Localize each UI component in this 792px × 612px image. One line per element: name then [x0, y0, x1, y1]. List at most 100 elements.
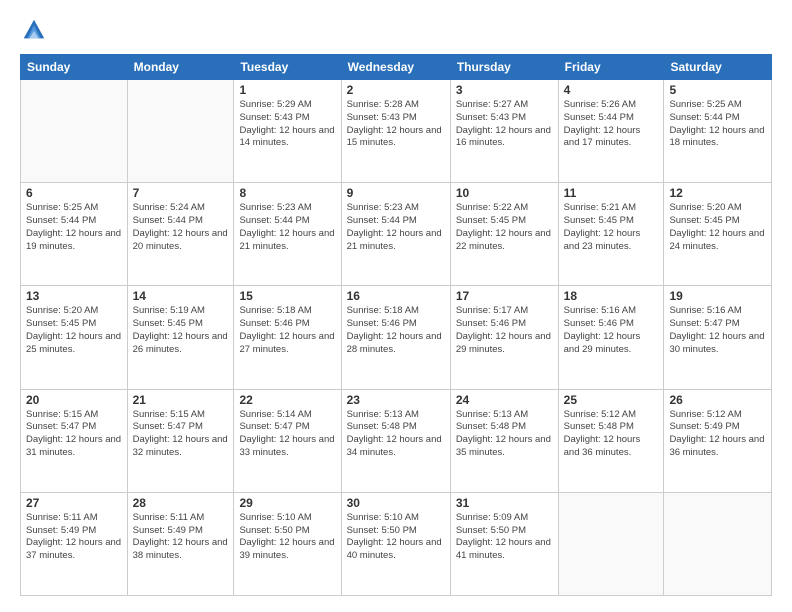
day-info: Sunrise: 5:19 AMSunset: 5:45 PMDaylight:…: [133, 305, 229, 356]
day-cell: 22 Sunrise: 5:14 AMSunset: 5:47 PMDayligh…: [234, 389, 341, 492]
day-number: 29: [239, 496, 335, 510]
week-row-5: 27 Sunrise: 5:11 AMSunset: 5:49 PMDayligh…: [21, 492, 772, 595]
day-info: Sunrise: 5:13 AMSunset: 5:48 PMDaylight:…: [456, 409, 553, 460]
day-number: 1: [239, 83, 335, 97]
day-info: Sunrise: 5:23 AMSunset: 5:44 PMDaylight:…: [239, 202, 335, 253]
day-cell: 8 Sunrise: 5:23 AMSunset: 5:44 PMDaylight…: [234, 183, 341, 286]
day-cell: 16 Sunrise: 5:18 AMSunset: 5:46 PMDayligh…: [341, 286, 450, 389]
day-cell: 28 Sunrise: 5:11 AMSunset: 5:49 PMDayligh…: [127, 492, 234, 595]
page: Sunday Monday Tuesday Wednesday Thursday…: [0, 0, 792, 612]
day-number: 18: [564, 289, 659, 303]
day-number: 31: [456, 496, 553, 510]
day-cell: 2 Sunrise: 5:28 AMSunset: 5:43 PMDaylight…: [341, 80, 450, 183]
day-info: Sunrise: 5:09 AMSunset: 5:50 PMDaylight:…: [456, 512, 553, 563]
day-info: Sunrise: 5:25 AMSunset: 5:44 PMDaylight:…: [26, 202, 122, 253]
day-cell: [21, 80, 128, 183]
day-number: 26: [669, 393, 766, 407]
col-saturday: Saturday: [664, 55, 772, 80]
day-number: 16: [347, 289, 445, 303]
day-cell: 15 Sunrise: 5:18 AMSunset: 5:46 PMDayligh…: [234, 286, 341, 389]
logo-icon: [20, 16, 48, 44]
week-row-4: 20 Sunrise: 5:15 AMSunset: 5:47 PMDayligh…: [21, 389, 772, 492]
day-info: Sunrise: 5:12 AMSunset: 5:48 PMDaylight:…: [564, 409, 659, 460]
day-info: Sunrise: 5:15 AMSunset: 5:47 PMDaylight:…: [26, 409, 122, 460]
day-number: 28: [133, 496, 229, 510]
day-info: Sunrise: 5:14 AMSunset: 5:47 PMDaylight:…: [239, 409, 335, 460]
day-cell: 1 Sunrise: 5:29 AMSunset: 5:43 PMDaylight…: [234, 80, 341, 183]
day-info: Sunrise: 5:25 AMSunset: 5:44 PMDaylight:…: [669, 99, 766, 150]
day-cell: 9 Sunrise: 5:23 AMSunset: 5:44 PMDaylight…: [341, 183, 450, 286]
day-cell: [558, 492, 664, 595]
day-cell: 30 Sunrise: 5:10 AMSunset: 5:50 PMDayligh…: [341, 492, 450, 595]
day-cell: 10 Sunrise: 5:22 AMSunset: 5:45 PMDayligh…: [450, 183, 558, 286]
day-cell: 18 Sunrise: 5:16 AMSunset: 5:46 PMDayligh…: [558, 286, 664, 389]
day-info: Sunrise: 5:22 AMSunset: 5:45 PMDaylight:…: [456, 202, 553, 253]
day-info: Sunrise: 5:28 AMSunset: 5:43 PMDaylight:…: [347, 99, 445, 150]
day-cell: 5 Sunrise: 5:25 AMSunset: 5:44 PMDaylight…: [664, 80, 772, 183]
day-number: 22: [239, 393, 335, 407]
day-cell: 11Sunrise: 5:21 AMSunset: 5:45 PMDayligh…: [558, 183, 664, 286]
day-cell: 6 Sunrise: 5:25 AMSunset: 5:44 PMDaylight…: [21, 183, 128, 286]
day-number: 3: [456, 83, 553, 97]
day-cell: [127, 80, 234, 183]
day-number: 13: [26, 289, 122, 303]
col-sunday: Sunday: [21, 55, 128, 80]
day-info: Sunrise: 5:13 AMSunset: 5:48 PMDaylight:…: [347, 409, 445, 460]
day-number: 8: [239, 186, 335, 200]
day-number: 11: [564, 186, 659, 200]
day-number: 14: [133, 289, 229, 303]
day-number: 21: [133, 393, 229, 407]
day-info: Sunrise: 5:17 AMSunset: 5:46 PMDaylight:…: [456, 305, 553, 356]
day-info: Sunrise: 5:16 AMSunset: 5:47 PMDaylight:…: [669, 305, 766, 356]
day-cell: 29 Sunrise: 5:10 AMSunset: 5:50 PMDayligh…: [234, 492, 341, 595]
day-cell: 12 Sunrise: 5:20 AMSunset: 5:45 PMDayligh…: [664, 183, 772, 286]
day-cell: 23Sunrise: 5:13 AMSunset: 5:48 PMDayligh…: [341, 389, 450, 492]
day-number: 10: [456, 186, 553, 200]
day-cell: 20 Sunrise: 5:15 AMSunset: 5:47 PMDayligh…: [21, 389, 128, 492]
day-cell: 13 Sunrise: 5:20 AMSunset: 5:45 PMDayligh…: [21, 286, 128, 389]
day-info: Sunrise: 5:27 AMSunset: 5:43 PMDaylight:…: [456, 99, 553, 150]
day-info: Sunrise: 5:29 AMSunset: 5:43 PMDaylight:…: [239, 99, 335, 150]
day-number: 15: [239, 289, 335, 303]
header-row: Sunday Monday Tuesday Wednesday Thursday…: [21, 55, 772, 80]
day-cell: 14 Sunrise: 5:19 AMSunset: 5:45 PMDayligh…: [127, 286, 234, 389]
day-cell: 4Sunrise: 5:26 AMSunset: 5:44 PMDaylight…: [558, 80, 664, 183]
day-info: Sunrise: 5:18 AMSunset: 5:46 PMDaylight:…: [347, 305, 445, 356]
day-info: Sunrise: 5:16 AMSunset: 5:46 PMDaylight:…: [564, 305, 659, 356]
day-number: 19: [669, 289, 766, 303]
day-cell: 24Sunrise: 5:13 AMSunset: 5:48 PMDayligh…: [450, 389, 558, 492]
day-info: Sunrise: 5:11 AMSunset: 5:49 PMDaylight:…: [133, 512, 229, 563]
day-cell: 26 Sunrise: 5:12 AMSunset: 5:49 PMDayligh…: [664, 389, 772, 492]
day-number: 5: [669, 83, 766, 97]
day-info: Sunrise: 5:24 AMSunset: 5:44 PMDaylight:…: [133, 202, 229, 253]
day-info: Sunrise: 5:26 AMSunset: 5:44 PMDaylight:…: [564, 99, 659, 150]
day-number: 25: [564, 393, 659, 407]
calendar: Sunday Monday Tuesday Wednesday Thursday…: [20, 54, 772, 596]
day-number: 27: [26, 496, 122, 510]
day-cell: 31 Sunrise: 5:09 AMSunset: 5:50 PMDayligh…: [450, 492, 558, 595]
day-number: 6: [26, 186, 122, 200]
header: [20, 16, 772, 44]
day-cell: 3 Sunrise: 5:27 AMSunset: 5:43 PMDaylight…: [450, 80, 558, 183]
day-number: 30: [347, 496, 445, 510]
day-info: Sunrise: 5:18 AMSunset: 5:46 PMDaylight:…: [239, 305, 335, 356]
day-cell: 27Sunrise: 5:11 AMSunset: 5:49 PMDayligh…: [21, 492, 128, 595]
week-row-2: 6 Sunrise: 5:25 AMSunset: 5:44 PMDaylight…: [21, 183, 772, 286]
day-number: 20: [26, 393, 122, 407]
day-info: Sunrise: 5:10 AMSunset: 5:50 PMDaylight:…: [239, 512, 335, 563]
week-row-3: 13 Sunrise: 5:20 AMSunset: 5:45 PMDayligh…: [21, 286, 772, 389]
day-info: Sunrise: 5:12 AMSunset: 5:49 PMDaylight:…: [669, 409, 766, 460]
col-tuesday: Tuesday: [234, 55, 341, 80]
day-number: 12: [669, 186, 766, 200]
day-number: 9: [347, 186, 445, 200]
day-number: 17: [456, 289, 553, 303]
day-info: Sunrise: 5:10 AMSunset: 5:50 PMDaylight:…: [347, 512, 445, 563]
col-monday: Monday: [127, 55, 234, 80]
day-info: Sunrise: 5:15 AMSunset: 5:47 PMDaylight:…: [133, 409, 229, 460]
day-info: Sunrise: 5:23 AMSunset: 5:44 PMDaylight:…: [347, 202, 445, 253]
day-info: Sunrise: 5:20 AMSunset: 5:45 PMDaylight:…: [26, 305, 122, 356]
col-wednesday: Wednesday: [341, 55, 450, 80]
day-number: 2: [347, 83, 445, 97]
day-info: Sunrise: 5:20 AMSunset: 5:45 PMDaylight:…: [669, 202, 766, 253]
day-cell: 17 Sunrise: 5:17 AMSunset: 5:46 PMDayligh…: [450, 286, 558, 389]
